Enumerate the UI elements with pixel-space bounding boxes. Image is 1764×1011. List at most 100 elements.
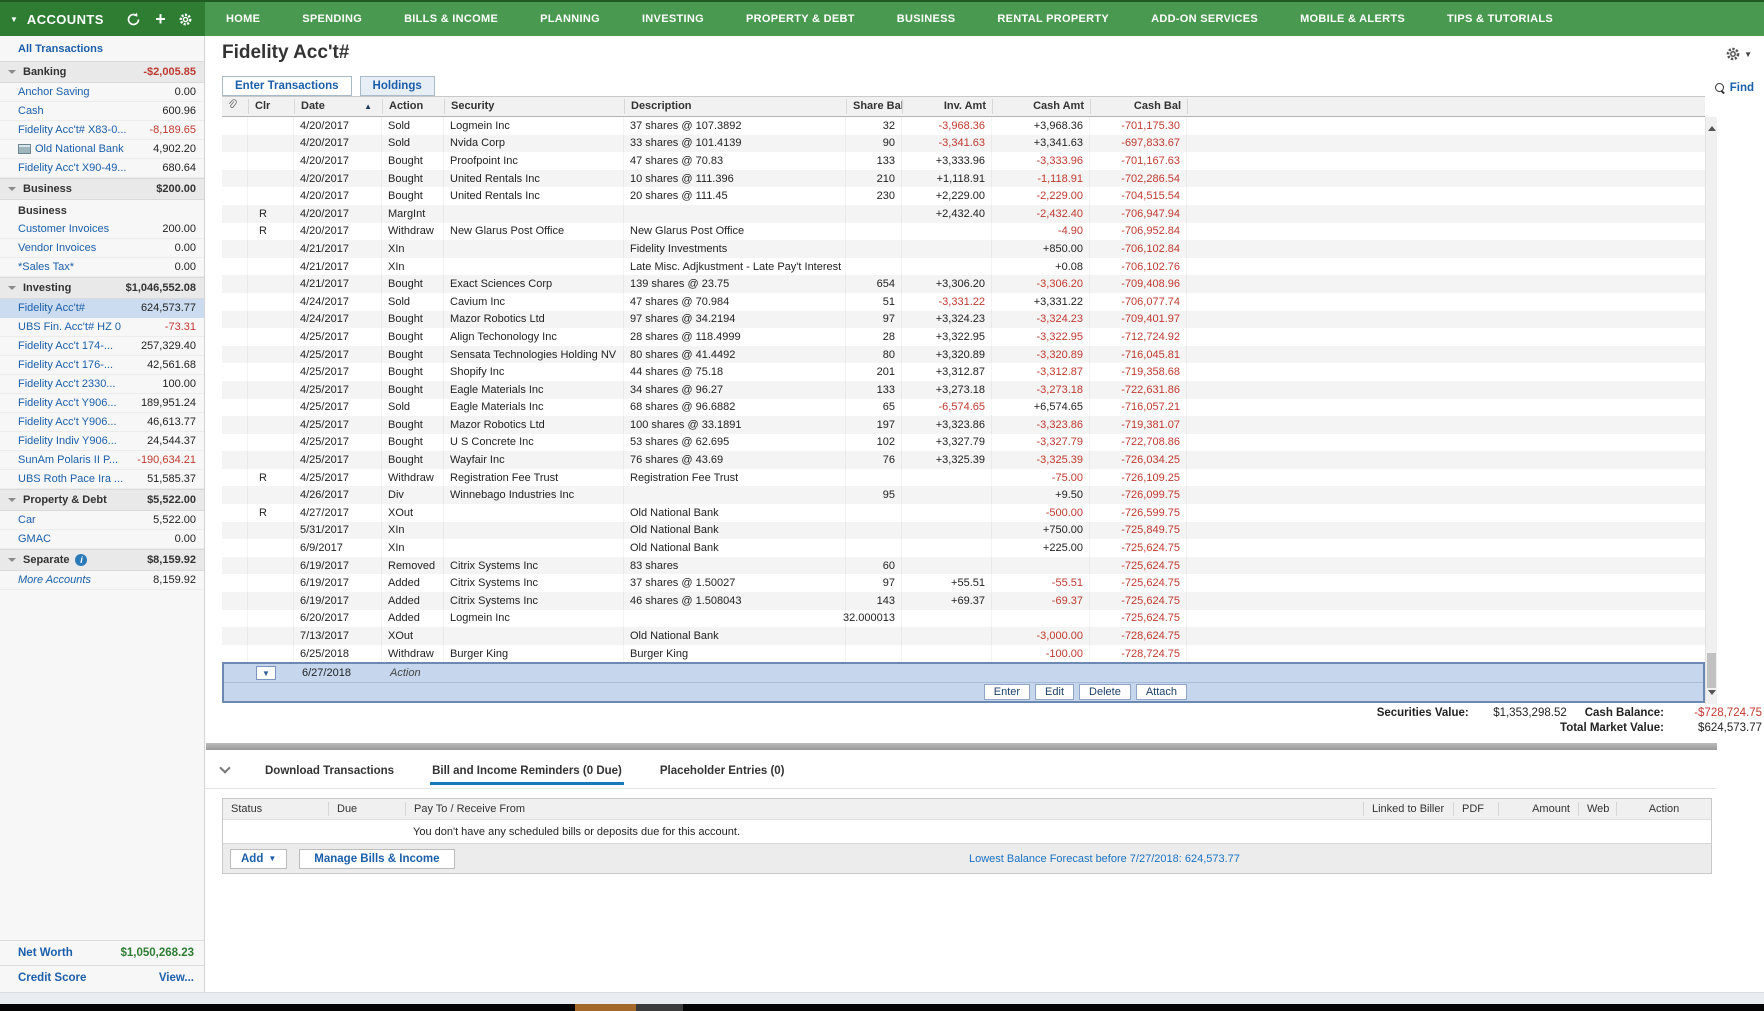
sidebar-account-customer-invoices[interactable]: Customer Invoices200.00 bbox=[0, 220, 204, 239]
cash-amt-column-header[interactable]: Cash Amt bbox=[992, 99, 1090, 114]
manage-bills-income-button[interactable]: Manage Bills & Income bbox=[299, 849, 454, 869]
delete-button[interactable]: Delete bbox=[1079, 684, 1131, 700]
add-account-icon[interactable]: + bbox=[152, 10, 169, 28]
scrollbar-thumb[interactable] bbox=[1707, 653, 1716, 688]
info-icon[interactable]: i bbox=[75, 554, 87, 566]
nav-item-rental-property[interactable]: RENTAL PROPERTY bbox=[976, 13, 1130, 25]
credit-score-view-link[interactable]: View... bbox=[159, 972, 194, 984]
holdings-button[interactable]: Holdings bbox=[360, 76, 435, 96]
scroll-up-icon[interactable] bbox=[1708, 122, 1716, 131]
transaction-row[interactable]: 4/20/2017BoughtProofpoint Inc47 shares @… bbox=[222, 152, 1705, 170]
sidebar-account-fidelity-indiv-y906[interactable]: Fidelity Indiv Y906...24,544.37 bbox=[0, 432, 204, 451]
transaction-row[interactable]: 4/25/2017BoughtMazor Robotics Ltd100 sha… bbox=[222, 416, 1705, 434]
sidebar-account-sunam-polaris-ii-p[interactable]: SunAm Polaris II P...-190,634.21 bbox=[0, 451, 204, 470]
vertical-scrollbar[interactable] bbox=[1705, 117, 1717, 704]
nav-item-add-on-services[interactable]: ADD-ON SERVICES bbox=[1130, 13, 1279, 25]
sidebar-account-cash[interactable]: Cash600.96 bbox=[0, 102, 204, 121]
nav-item-property-debt[interactable]: PROPERTY & DEBT bbox=[725, 13, 876, 25]
find-button[interactable]: Find bbox=[1715, 82, 1754, 94]
transaction-row[interactable]: 4/20/2017SoldLogmein Inc37 shares @ 107.… bbox=[222, 117, 1705, 135]
sidebar-account-anchor-saving[interactable]: Anchor Saving0.00 bbox=[0, 83, 204, 102]
sidebar-account-fidelity-acc-t-2330[interactable]: Fidelity Acc't 2330...100.00 bbox=[0, 375, 204, 394]
transaction-row[interactable]: 5/31/2017XInOld National Bank+750.00-725… bbox=[222, 522, 1705, 540]
transaction-row[interactable]: 4/24/2017BoughtMazor Robotics Ltd97 shar… bbox=[222, 311, 1705, 329]
transaction-row[interactable]: 4/26/2017DivWinnebago Industries Inc95+9… bbox=[222, 486, 1705, 504]
transaction-row[interactable]: R4/20/2017MargInt+2,432.40-2,432.40-706,… bbox=[222, 205, 1705, 223]
sidebar-account-fidelity-acc-t[interactable]: Fidelity Acc't#624,573.77 bbox=[0, 299, 204, 318]
transaction-row[interactable]: R4/20/2017WithdrawNew Glarus Post Office… bbox=[222, 223, 1705, 241]
nav-item-bills-income[interactable]: BILLS & INCOME bbox=[383, 13, 519, 25]
sidebar-account-fidelity-acc-t-x83-0[interactable]: Fidelity Acc't# X83-0...-8,189.65 bbox=[0, 121, 204, 140]
enter-button[interactable]: Enter bbox=[984, 684, 1030, 700]
nav-item-planning[interactable]: PLANNING bbox=[519, 13, 621, 25]
sidebar-account-more-accounts[interactable]: More Accounts8,159.92 bbox=[0, 571, 204, 590]
sidebar-account-gmac[interactable]: GMAC0.00 bbox=[0, 530, 204, 549]
transaction-row[interactable]: 4/25/2017BoughtShopify Inc44 shares @ 75… bbox=[222, 363, 1705, 381]
transaction-row[interactable]: R4/27/2017XOutOld National Bank-500.00-7… bbox=[222, 504, 1705, 522]
add-reminder-button[interactable]: Add ▼ bbox=[230, 849, 287, 869]
scroll-down-icon[interactable] bbox=[1708, 690, 1716, 699]
nav-item-investing[interactable]: INVESTING bbox=[621, 13, 725, 25]
transaction-row[interactable]: 4/25/2017BoughtSensata Technologies Hold… bbox=[222, 346, 1705, 364]
entry-date-field[interactable]: 6/27/2018 bbox=[296, 667, 384, 679]
clr-column-header[interactable]: Clr bbox=[248, 99, 294, 114]
nav-item-spending[interactable]: SPENDING bbox=[281, 13, 383, 25]
action-column-header[interactable]: Action bbox=[382, 99, 444, 114]
sidebar-account-ubs-fin-acc-t-hz-0[interactable]: UBS Fin. Acc't# HZ 0-73.31 bbox=[0, 318, 204, 337]
sidebar-account-fidelity-acc-t-174[interactable]: Fidelity Acc't 174-...257,329.40 bbox=[0, 337, 204, 356]
transaction-row[interactable]: 4/25/2017BoughtU S Concrete Inc53 shares… bbox=[222, 434, 1705, 452]
transaction-row[interactable]: 4/25/2017BoughtWayfair Inc76 shares @ 43… bbox=[222, 451, 1705, 469]
sidebar-section-banking[interactable]: Banking-$2,005.85 bbox=[0, 61, 204, 83]
security-column-header[interactable]: Security bbox=[444, 99, 624, 114]
transaction-row[interactable]: 4/24/2017SoldCavium Inc47 shares @ 70.98… bbox=[222, 293, 1705, 311]
new-transaction-entry-row[interactable]: ▼ 6/27/2018 Action Enter Edit Delete Attach bbox=[222, 662, 1705, 703]
transaction-row[interactable]: 4/21/2017XInLate Misc. Adjkustment - Lat… bbox=[222, 258, 1705, 276]
sidebar-section-property-debt[interactable]: Property & Debt$5,522.00 bbox=[0, 489, 204, 511]
sidebar-section-business[interactable]: Business$200.00 bbox=[0, 178, 204, 200]
date-column-header[interactable]: Date ▲ bbox=[294, 99, 382, 114]
sidebar-item-all-transactions[interactable]: All Transactions bbox=[0, 36, 204, 61]
transaction-row[interactable]: 6/9/2017XInOld National Bank+225.00-725,… bbox=[222, 539, 1705, 557]
sidebar-account-car[interactable]: Car5,522.00 bbox=[0, 511, 204, 530]
transaction-row[interactable]: R4/25/2017WithdrawRegistration Fee Trust… bbox=[222, 469, 1705, 487]
horizontal-splitter[interactable] bbox=[206, 743, 1717, 750]
transaction-row[interactable]: 6/20/2017AddedLogmein Inc32.000013-725,6… bbox=[222, 610, 1705, 628]
cash-bal-column-header[interactable]: Cash Bal bbox=[1090, 99, 1187, 114]
nav-item-business[interactable]: BUSINESS bbox=[876, 13, 977, 25]
tab-download-transactions[interactable]: Download Transactions bbox=[263, 755, 396, 785]
nav-item-home[interactable]: HOME bbox=[205, 13, 281, 25]
register-settings-button[interactable]: ▼ bbox=[1725, 46, 1752, 62]
enter-transactions-button[interactable]: Enter Transactions bbox=[222, 76, 352, 96]
sidebar-account-old-national-bank[interactable]: Old National Bank4,902.20 bbox=[0, 140, 204, 159]
transaction-row[interactable]: 6/25/2018WithdrawBurger KingBurger King-… bbox=[222, 645, 1705, 663]
sidebar-account-vendor-invoices[interactable]: Vendor Invoices0.00 bbox=[0, 239, 204, 258]
sidebar-account-fidelity-acc-t-176[interactable]: Fidelity Acc't 176-...42,561.68 bbox=[0, 356, 204, 375]
entry-action-field[interactable]: Action bbox=[384, 667, 446, 679]
refresh-icon[interactable] bbox=[126, 12, 143, 27]
attach-button[interactable]: Attach bbox=[1136, 684, 1187, 700]
entry-dropdown-button[interactable]: ▼ bbox=[256, 666, 276, 680]
inv-amt-column-header[interactable]: Inv. Amt bbox=[902, 99, 992, 114]
sidebar-section-investing[interactable]: Investing$1,046,552.08 bbox=[0, 277, 204, 299]
nav-item-mobile-alerts[interactable]: MOBILE & ALERTS bbox=[1279, 13, 1426, 25]
sidebar-account-fidelity-acc-t-y906[interactable]: Fidelity Acc't Y906...46,613.77 bbox=[0, 413, 204, 432]
sidebar-account-business[interactable]: Business bbox=[0, 200, 204, 220]
attachment-column-header[interactable] bbox=[222, 99, 248, 114]
transaction-row[interactable]: 6/19/2017RemovedCitrix Systems Inc83 sha… bbox=[222, 557, 1705, 575]
sidebar-account-sales-tax[interactable]: *Sales Tax*0.00 bbox=[0, 258, 204, 277]
transaction-row[interactable]: 4/20/2017BoughtUnited Rentals Inc10 shar… bbox=[222, 170, 1705, 188]
transaction-row[interactable]: 4/21/2017BoughtExact Sciences Corp139 sh… bbox=[222, 275, 1705, 293]
transaction-row[interactable]: 4/20/2017BoughtUnited Rentals Inc20 shar… bbox=[222, 187, 1705, 205]
gear-icon[interactable] bbox=[178, 12, 195, 27]
credit-score-row[interactable]: Credit Score View... bbox=[0, 965, 204, 990]
transaction-row[interactable]: 6/19/2017AddedCitrix Systems Inc37 share… bbox=[222, 574, 1705, 592]
tab-bill-and-income-reminders-0-due[interactable]: Bill and Income Reminders (0 Due) bbox=[430, 755, 624, 785]
sidebar-account-fidelity-acc-t-y906[interactable]: Fidelity Acc't Y906...189,951.24 bbox=[0, 394, 204, 413]
description-column-header[interactable]: Description bbox=[624, 99, 846, 114]
share-bal-column-header[interactable]: Share Bal bbox=[846, 99, 902, 114]
edit-button[interactable]: Edit bbox=[1035, 684, 1074, 700]
transaction-row[interactable]: 4/25/2017BoughtEagle Materials Inc34 sha… bbox=[222, 381, 1705, 399]
transaction-row[interactable]: 6/19/2017AddedCitrix Systems Inc46 share… bbox=[222, 592, 1705, 610]
transaction-row[interactable]: 4/25/2017SoldEagle Materials Inc68 share… bbox=[222, 399, 1705, 417]
transaction-row[interactable]: 4/25/2017BoughtAlign Techonology Inc28 s… bbox=[222, 328, 1705, 346]
